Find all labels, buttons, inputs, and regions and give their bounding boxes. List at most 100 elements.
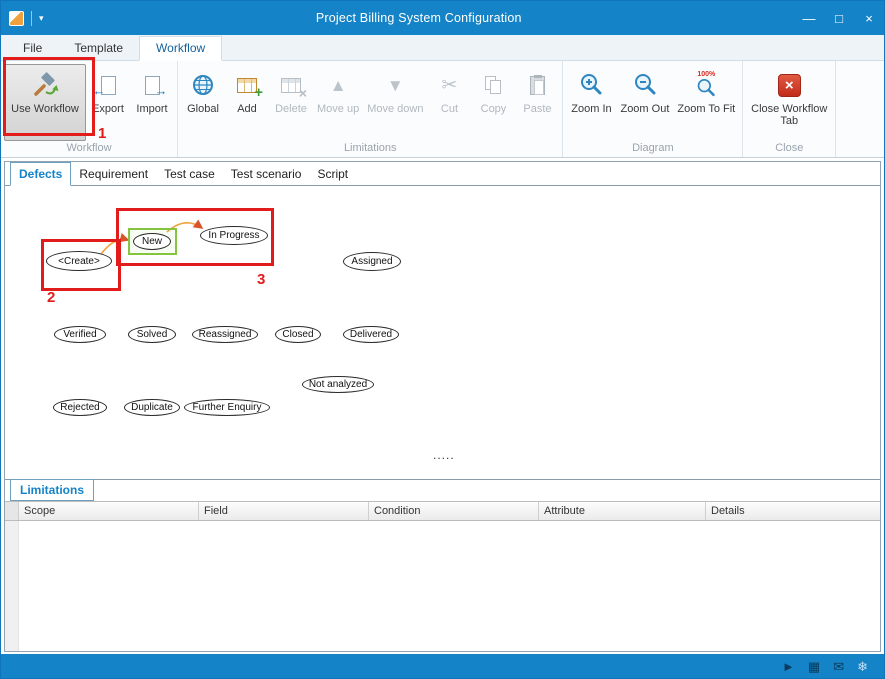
title-bar: ▾ Project Billing System Configuration —… <box>1 1 884 35</box>
group-label-limitations: Limitations <box>178 141 562 157</box>
node-delivered[interactable]: Delivered <box>343 326 399 343</box>
move-down-label: Move down <box>367 103 423 115</box>
node-verified[interactable]: Verified <box>54 326 106 343</box>
zoom-in-label: Zoom In <box>571 103 611 115</box>
titlebar-separator <box>31 11 32 26</box>
column-header-field[interactable]: Field <box>199 502 369 520</box>
global-button[interactable]: Global <box>181 64 225 141</box>
ribbon-spacer <box>836 61 884 157</box>
tab-test-scenario[interactable]: Test scenario <box>223 163 310 185</box>
delete-label: Delete <box>275 103 307 115</box>
delete-table-icon: × <box>281 67 301 103</box>
use-workflow-button[interactable]: Use Workflow <box>4 64 86 141</box>
paste-icon <box>530 67 545 103</box>
minimize-button[interactable]: — <box>794 1 824 35</box>
column-header-scope[interactable]: Scope <box>19 502 199 520</box>
move-up-button: ▲ Move up <box>313 64 363 141</box>
use-workflow-icon <box>31 67 59 103</box>
move-up-icon: ▲ <box>330 67 347 103</box>
app-icon <box>9 11 24 26</box>
zoom-fit-badge: 100% <box>697 71 715 79</box>
node-create[interactable]: <Create> <box>46 251 112 271</box>
paste-button: Paste <box>515 64 559 141</box>
zoom-in-button[interactable]: Zoom In <box>566 64 616 141</box>
zoom-to-fit-icon: 100% <box>695 67 717 103</box>
globe-icon <box>190 67 216 103</box>
move-up-label: Move up <box>317 103 359 115</box>
copy-icon <box>485 67 502 103</box>
cut-label: Cut <box>441 103 458 115</box>
column-header-condition[interactable]: Condition <box>369 502 539 520</box>
column-header-attribute[interactable]: Attribute <box>539 502 706 520</box>
ribbon-group-workflow: Use Workflow ← Export → Import Workflow <box>1 61 178 157</box>
delete-button: × Delete <box>269 64 313 141</box>
node-assigned[interactable]: Assigned <box>343 252 401 271</box>
cut-icon: ✂ <box>442 67 458 103</box>
zoom-to-fit-label-wrap: Zoom Out <box>620 103 669 115</box>
zoom-in-icon <box>578 67 604 103</box>
node-reassigned[interactable]: Reassigned <box>192 326 258 343</box>
node-in-progress[interactable]: In Progress <box>200 226 268 245</box>
ribbon-group-diagram: Zoom In Zoom Out 100% <box>563 61 743 157</box>
import-icon: → <box>145 67 160 103</box>
close-workflow-tab-button[interactable]: × Close Workflow Tab <box>746 64 832 141</box>
node-duplicate[interactable]: Duplicate <box>124 399 180 416</box>
import-button[interactable]: → Import <box>130 64 174 141</box>
tab-defects[interactable]: Defects <box>10 162 71 186</box>
copy-button: Copy <box>471 64 515 141</box>
zoom-out-icon <box>632 67 658 103</box>
ribbon-group-close: × Close Workflow Tab Close <box>743 61 836 157</box>
workflow-canvas[interactable]: <Create> New In Progress Assigned Verifi… <box>5 186 880 479</box>
export-icon: ← <box>101 67 116 103</box>
collapsed-nodes-indicator: ..... <box>433 448 455 462</box>
group-label-close: Close <box>743 141 835 157</box>
copy-label: Copy <box>481 103 507 115</box>
move-down-icon: ▼ <box>387 67 404 103</box>
group-label-workflow: Workflow <box>1 141 177 157</box>
pointer-icon[interactable]: ► <box>782 660 795 673</box>
tab-limitations[interactable]: Limitations <box>10 479 94 501</box>
add-table-icon: + <box>237 67 257 103</box>
app-window: ▾ Project Billing System Configuration —… <box>0 0 885 679</box>
tab-workflow[interactable]: Workflow <box>139 36 222 61</box>
tab-file[interactable]: File <box>7 37 58 60</box>
tab-test-case[interactable]: Test case <box>156 163 223 185</box>
status-bar: ► ▦ ✉ ❄ <box>1 654 884 678</box>
maximize-button[interactable]: □ <box>824 1 854 35</box>
node-not-analyzed[interactable]: Not analyzed <box>302 376 374 393</box>
export-button[interactable]: ← Export <box>86 64 130 141</box>
node-solved[interactable]: Solved <box>128 326 176 343</box>
close-workflow-tab-icon: × <box>778 67 801 103</box>
node-rejected[interactable]: Rejected <box>53 399 107 416</box>
tab-requirement[interactable]: Requirement <box>71 163 156 185</box>
column-header-details[interactable]: Details <box>706 502 880 520</box>
close-workflow-tab-label: Close Workflow Tab <box>750 103 828 127</box>
row-gutter <box>5 502 19 520</box>
ribbon-tab-bar: File Template Workflow <box>1 35 884 61</box>
import-label: Import <box>136 103 167 115</box>
tab-script[interactable]: Script <box>309 163 356 185</box>
node-closed[interactable]: Closed <box>275 326 321 343</box>
paste-label: Paste <box>523 103 551 115</box>
grid-icon[interactable]: ▦ <box>808 660 820 673</box>
zoom-out-button[interactable]: Zoom Out <box>616 64 673 141</box>
global-label: Global <box>187 103 219 115</box>
mail-icon[interactable]: ✉ <box>833 660 844 673</box>
move-down-button: ▼ Move down <box>363 64 427 141</box>
ribbon-group-limitations: Global + Add × Delete ▲ <box>178 61 563 157</box>
zoom-fit-label: Zoom To Fit <box>677 103 735 115</box>
close-button[interactable]: × <box>854 1 884 35</box>
node-further-enquiry[interactable]: Further Enquiry <box>184 399 270 416</box>
group-label-diagram: Diagram <box>563 141 742 157</box>
limitations-table-body <box>5 521 880 651</box>
row-gutter-body <box>5 521 19 651</box>
node-new[interactable]: New <box>133 233 171 250</box>
zoom-to-fit-button[interactable]: 100% Zoom To Fit <box>673 64 739 141</box>
add-label: Add <box>237 103 257 115</box>
document-tab-bar: Defects Requirement Test case Test scena… <box>5 162 880 186</box>
window-controls: — □ × <box>794 1 884 35</box>
snowflake-icon[interactable]: ❄ <box>857 660 868 673</box>
add-button[interactable]: + Add <box>225 64 269 141</box>
tab-template[interactable]: Template <box>58 37 139 60</box>
export-label: Export <box>92 103 124 115</box>
